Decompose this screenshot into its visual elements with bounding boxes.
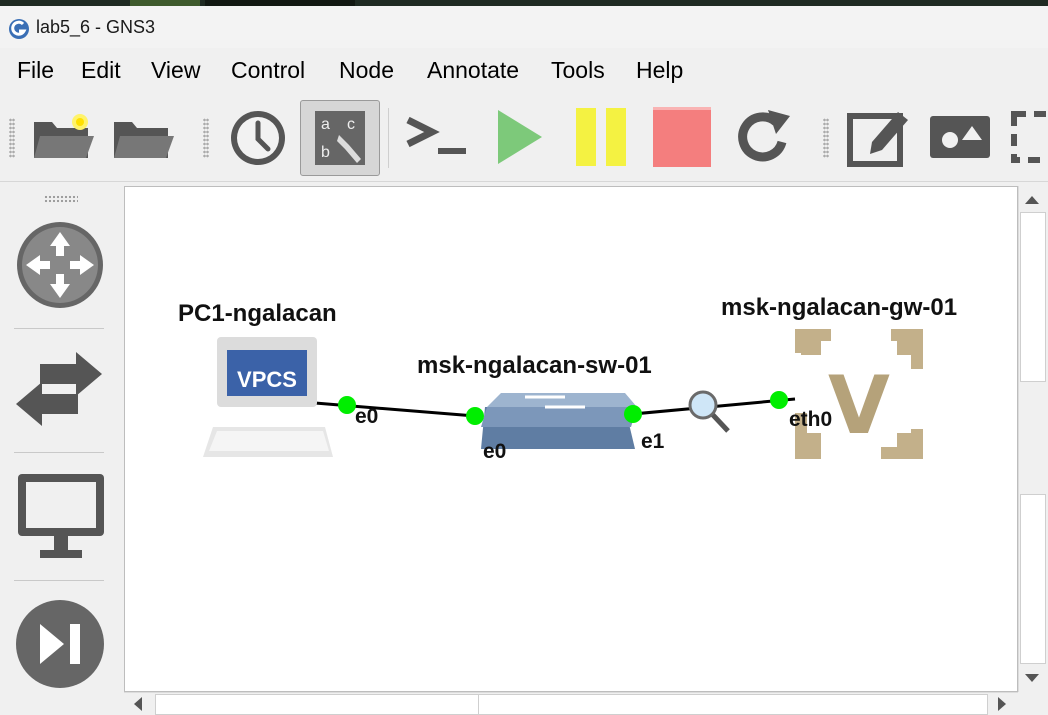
draw-rectangle-icon[interactable] <box>1008 108 1048 166</box>
node-label-pc1[interactable]: PC1-ngalacan <box>178 300 337 328</box>
show-interface-labels-icon: a c b <box>315 111 365 165</box>
vertical-scroll-track-lower[interactable] <box>1020 494 1046 664</box>
port-status-sw-e0 <box>466 407 484 425</box>
packet-capture-icon <box>688 390 730 433</box>
svg-text:a: a <box>321 116 330 133</box>
scroll-right-arrow-icon[interactable] <box>998 697 1006 711</box>
topology-drawing: VPCS V <box>203 329 923 459</box>
stop-icon[interactable] <box>653 107 711 167</box>
menu-view[interactable]: View <box>151 57 200 84</box>
svg-text:c: c <box>347 116 355 133</box>
port-label-sw-e1[interactable]: e1 <box>641 430 664 454</box>
vpcs-node-icon: VPCS <box>203 337 333 457</box>
open-project-icon[interactable] <box>30 110 96 166</box>
vyos-icon-text: V <box>828 359 890 452</box>
horizontal-scroll-track-right[interactable] <box>478 694 988 715</box>
scroll-down-arrow-icon[interactable] <box>1025 674 1039 682</box>
port-status-gw-eth0 <box>770 391 788 409</box>
snapshot-clock-icon[interactable] <box>226 107 290 169</box>
end-devices-icon[interactable] <box>12 472 108 564</box>
menu-help[interactable]: Help <box>636 57 683 84</box>
window-title: lab5_6 - GNS3 <box>36 17 156 37</box>
menu-annotate[interactable]: Annotate <box>427 57 519 84</box>
menu-edit[interactable]: Edit <box>81 57 121 84</box>
svg-text:b: b <box>321 144 330 161</box>
toolbar-grip-2[interactable] <box>203 118 209 158</box>
menu-tools[interactable]: Tools <box>551 57 605 84</box>
show-interface-labels-button[interactable]: a c b <box>300 100 380 176</box>
gns3-app-icon <box>9 19 29 39</box>
vyos-node-icon: V <box>795 329 923 459</box>
topology-canvas[interactable]: VPCS V PC1-ngalacan msk-ngalacan-sw-01 m… <box>124 186 1018 692</box>
scroll-left-arrow-icon[interactable] <box>134 697 142 711</box>
reload-icon[interactable] <box>732 106 796 168</box>
menu-bar: File Edit View Control Node Annotate Too… <box>0 48 1048 90</box>
toolbar-separator <box>388 108 389 168</box>
node-label-switch[interactable]: msk-ngalacan-sw-01 <box>417 352 652 380</box>
dock-grip[interactable] <box>44 195 78 203</box>
all-devices-icon[interactable] <box>12 596 108 692</box>
dock-separator <box>14 580 104 581</box>
scroll-up-arrow-icon[interactable] <box>1025 196 1039 204</box>
title-bar: lab5_6 - GNS3 <box>0 6 1048 48</box>
add-note-icon[interactable] <box>846 104 912 168</box>
routers-icon[interactable] <box>12 218 108 312</box>
vertical-scroll-thumb[interactable] <box>1020 212 1046 382</box>
suspend-icon[interactable] <box>574 106 628 168</box>
console-icon[interactable] <box>402 112 472 162</box>
insert-picture-icon[interactable] <box>928 112 992 162</box>
port-label-sw-e0[interactable]: e0 <box>483 440 506 464</box>
switches-icon[interactable] <box>12 350 108 430</box>
port-label-gw-eth0[interactable]: eth0 <box>789 408 832 432</box>
node-label-gateway[interactable]: msk-ngalacan-gw-01 <box>721 294 957 322</box>
horizontal-scroll-thumb[interactable] <box>155 694 480 715</box>
port-label-pc-e0[interactable]: e0 <box>355 405 378 429</box>
vpcs-icon-text: VPCS <box>237 367 297 392</box>
menu-node[interactable]: Node <box>339 57 394 84</box>
toolbar-grip[interactable] <box>9 118 15 158</box>
port-status-sw-e1 <box>624 405 642 423</box>
toolbar-grip-3[interactable] <box>823 118 829 158</box>
dock-separator <box>14 328 104 329</box>
open-folder-icon[interactable] <box>110 110 176 166</box>
menu-control[interactable]: Control <box>231 57 305 84</box>
dock-separator <box>14 452 104 453</box>
start-icon[interactable] <box>494 106 546 168</box>
menu-file[interactable]: File <box>17 57 54 84</box>
port-status-pc-e0 <box>338 396 356 414</box>
